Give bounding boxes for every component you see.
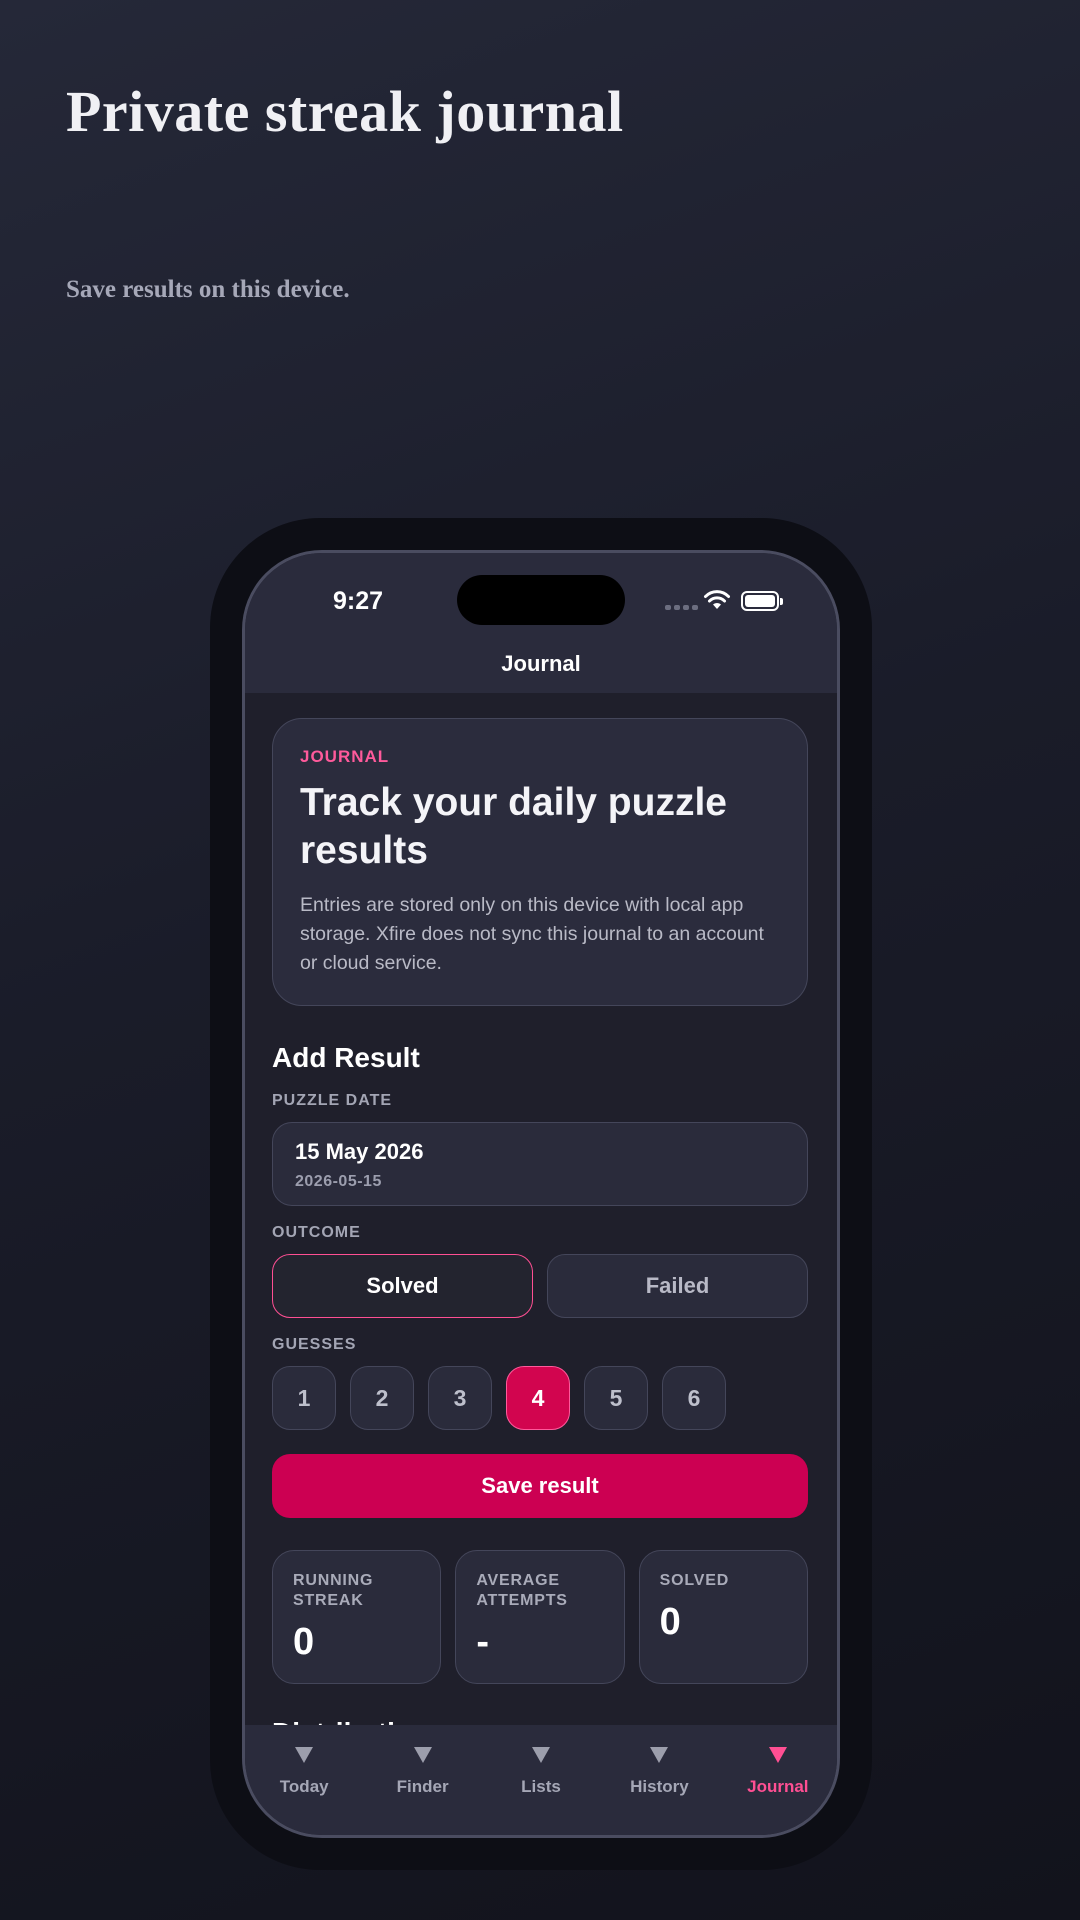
guess-button-2[interactable]: 2	[350, 1366, 414, 1430]
outcome-segmented-control: Solved Failed	[272, 1254, 808, 1318]
puzzle-date-label: PUZZLE DATE	[272, 1092, 393, 1109]
guesses-label: GUESSES	[272, 1336, 357, 1353]
dynamic-island	[457, 575, 625, 625]
puzzle-date-iso: 2026-05-15	[295, 1173, 382, 1190]
tab-today[interactable]: Today	[245, 1725, 363, 1835]
battery-icon	[741, 591, 783, 611]
guess-button-1[interactable]: 1	[272, 1366, 336, 1430]
guess-button-3[interactable]: 3	[428, 1366, 492, 1430]
page-title: Private streak journal	[66, 79, 624, 144]
tab-journal[interactable]: Journal	[719, 1725, 837, 1835]
triangle-down-icon	[295, 1747, 314, 1763]
journal-content: JOURNAL Track your daily puzzle results …	[272, 718, 808, 1684]
guess-button-5[interactable]: 5	[584, 1366, 648, 1430]
outcome-failed-button[interactable]: Failed	[547, 1254, 808, 1318]
tab-finder[interactable]: Finder	[363, 1725, 481, 1835]
page-subtitle: Save results on this device.	[66, 276, 350, 303]
tab-lists[interactable]: Lists	[482, 1725, 600, 1835]
triangle-down-icon	[650, 1747, 669, 1763]
status-bar: 9:27 Journal	[245, 553, 837, 693]
status-time: 9:27	[333, 587, 384, 615]
tab-label: History	[630, 1777, 689, 1796]
wifi-icon	[704, 590, 730, 609]
guess-button-4[interactable]: 4	[506, 1366, 570, 1430]
triangle-down-icon	[532, 1747, 551, 1763]
puzzle-date-picker[interactable]: 15 May 2026 2026-05-15	[272, 1122, 808, 1206]
signal-icon	[665, 605, 698, 610]
stat-label: RUNNING STREAK	[293, 1572, 374, 1609]
puzzle-date-value: 15 May 2026	[295, 1139, 424, 1164]
stat-solved: SOLVED 0	[638, 1550, 808, 1684]
stat-value: 0	[659, 1601, 681, 1643]
tab-label: Today	[279, 1777, 329, 1796]
nav-title: Journal	[501, 651, 581, 676]
stat-value: 0	[293, 1621, 315, 1663]
stats-row: RUNNING STREAK 0 AVERAGE ATTEMPTS - SOLV…	[272, 1550, 808, 1684]
tab-bar: Today Finder Lists History Journal	[245, 1725, 837, 1835]
stat-running-streak: RUNNING STREAK 0	[272, 1550, 442, 1684]
tab-label: Journal	[747, 1777, 809, 1796]
guess-button-6[interactable]: 6	[662, 1366, 726, 1430]
save-result-button[interactable]: Save result	[272, 1454, 808, 1518]
intro-title: Track your daily puzzle results	[300, 781, 727, 872]
tab-label: Lists	[521, 1777, 561, 1796]
intro-eyebrow: JOURNAL	[300, 747, 390, 766]
guesses-selector: 1 2 3 4 5 6	[272, 1366, 808, 1430]
triangle-down-icon	[413, 1747, 432, 1763]
stat-value: -	[476, 1621, 489, 1663]
stat-label: AVERAGE ATTEMPTS	[476, 1572, 568, 1609]
phone-screen: 9:27 Journal JOURNAL Track your daily pu…	[242, 550, 840, 1838]
triangle-down-icon	[768, 1747, 787, 1763]
stat-label: SOLVED	[659, 1572, 730, 1589]
outcome-label: OUTCOME	[272, 1224, 361, 1241]
intro-card: JOURNAL Track your daily puzzle results …	[272, 718, 808, 1006]
add-result-heading: Add Result	[272, 1042, 420, 1073]
stat-average-attempts: AVERAGE ATTEMPTS -	[455, 1550, 625, 1684]
outcome-solved-button[interactable]: Solved	[272, 1254, 533, 1318]
intro-body: Entries are stored only on this device w…	[300, 894, 764, 974]
tab-label: Finder	[396, 1777, 449, 1796]
tab-history[interactable]: History	[600, 1725, 718, 1835]
